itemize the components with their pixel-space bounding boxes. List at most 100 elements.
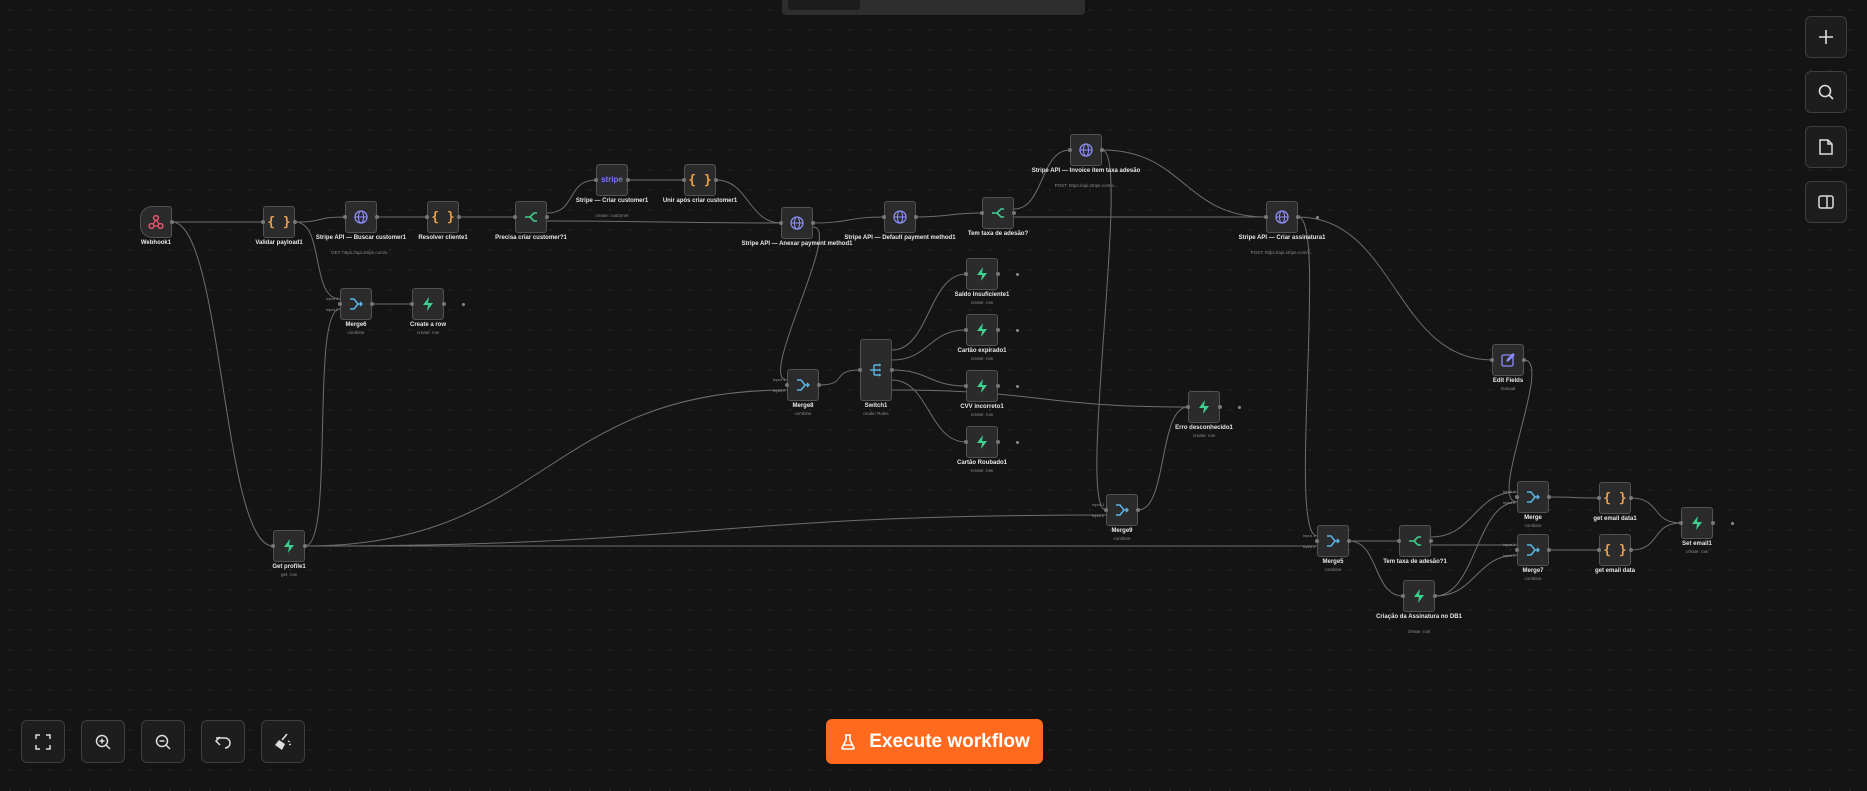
node-erro[interactable] bbox=[1188, 391, 1220, 423]
input-port[interactable] bbox=[1679, 521, 1683, 525]
connection-invoice_item-merge9[interactable] bbox=[1096, 149, 1112, 511]
connection-default-tem_taxa[interactable] bbox=[915, 212, 983, 218]
connection-merge8-switch1[interactable] bbox=[818, 369, 861, 386]
node-resolver[interactable]: { } bbox=[427, 201, 459, 233]
connection-validar-merge6[interactable] bbox=[294, 221, 341, 300]
node-unir[interactable]: { } bbox=[684, 164, 716, 196]
input-port[interactable] bbox=[594, 178, 598, 182]
node-invoice-item[interactable] bbox=[1070, 134, 1102, 166]
connection-merge9-erro[interactable] bbox=[1137, 406, 1189, 511]
node-merge8[interactable] bbox=[787, 369, 819, 401]
input-port[interactable] bbox=[1597, 496, 1601, 500]
output-port[interactable] bbox=[626, 178, 630, 182]
node-criacao[interactable] bbox=[1403, 580, 1435, 612]
connection-criar_assinatura-merge5[interactable] bbox=[1297, 216, 1318, 537]
input-port[interactable] bbox=[779, 221, 783, 225]
output-port[interactable] bbox=[370, 302, 374, 306]
node-cartao-exp[interactable] bbox=[966, 314, 998, 346]
connection-anexar-default[interactable] bbox=[812, 216, 885, 224]
input-port[interactable] bbox=[425, 215, 429, 219]
node-switch1[interactable] bbox=[860, 339, 892, 401]
output-port[interactable] bbox=[811, 221, 815, 225]
output-port[interactable] bbox=[996, 384, 1000, 388]
connection-get_profile-merge9[interactable] bbox=[304, 514, 1107, 547]
input-port[interactable] bbox=[1186, 405, 1190, 409]
output-port[interactable] bbox=[1629, 496, 1633, 500]
output-port[interactable] bbox=[1100, 148, 1104, 152]
output-port[interactable] bbox=[293, 220, 297, 224]
node-roubado[interactable] bbox=[966, 426, 998, 458]
output-port[interactable] bbox=[996, 272, 1000, 276]
node-anexar[interactable] bbox=[781, 207, 813, 239]
input-port[interactable] bbox=[1515, 495, 1519, 499]
input-port[interactable] bbox=[785, 383, 789, 387]
connection-precisa-anexar[interactable] bbox=[546, 220, 782, 224]
output-port[interactable] bbox=[890, 368, 894, 372]
input-port[interactable] bbox=[338, 302, 342, 306]
zoom-out-button[interactable] bbox=[141, 720, 185, 763]
fit-view-button[interactable] bbox=[21, 720, 65, 763]
input-port[interactable] bbox=[980, 211, 984, 215]
output-port[interactable] bbox=[1136, 508, 1140, 512]
input-port[interactable] bbox=[858, 368, 862, 372]
add-connection-endpoint[interactable] bbox=[1731, 521, 1734, 525]
tidy-up-button[interactable] bbox=[261, 720, 305, 763]
add-connection-endpoint[interactable] bbox=[1238, 405, 1241, 409]
add-connection-endpoint[interactable] bbox=[1016, 272, 1019, 276]
connection-validar-stripe_buscar[interactable] bbox=[294, 216, 346, 223]
add-node-button[interactable] bbox=[1805, 16, 1847, 58]
output-port[interactable] bbox=[817, 383, 821, 387]
node-merge7[interactable] bbox=[1517, 534, 1549, 566]
node-merge[interactable] bbox=[1517, 481, 1549, 513]
input-port[interactable] bbox=[1397, 539, 1401, 543]
output-port[interactable] bbox=[1296, 215, 1300, 219]
output-port[interactable] bbox=[545, 215, 549, 219]
connection-anexar-merge8[interactable] bbox=[780, 226, 820, 381]
add-connection-endpoint[interactable] bbox=[462, 302, 465, 306]
output-port[interactable] bbox=[1433, 594, 1437, 598]
node-cvv[interactable] bbox=[966, 370, 998, 402]
connection-switch1-saldo[interactable] bbox=[891, 273, 967, 351]
node-edit-fields[interactable] bbox=[1492, 344, 1524, 376]
input-port[interactable] bbox=[882, 215, 886, 219]
node-merge6[interactable] bbox=[340, 288, 372, 320]
zoom-in-button[interactable] bbox=[81, 720, 125, 763]
connection-precisa-stripe_criar_customer[interactable] bbox=[546, 179, 597, 214]
node-set-email[interactable] bbox=[1681, 507, 1713, 539]
output-port[interactable] bbox=[1429, 539, 1433, 543]
toggle-panel-button[interactable] bbox=[1805, 181, 1847, 223]
output-port[interactable] bbox=[714, 178, 718, 182]
add-connection-endpoint[interactable] bbox=[1016, 328, 1019, 332]
node-get-profile[interactable] bbox=[273, 530, 305, 562]
output-port[interactable] bbox=[1547, 548, 1551, 552]
input-port[interactable] bbox=[964, 328, 968, 332]
node-webhook1[interactable] bbox=[140, 206, 172, 238]
node-default[interactable] bbox=[884, 201, 916, 233]
input-port[interactable] bbox=[1068, 148, 1072, 152]
input-port[interactable] bbox=[261, 220, 265, 224]
output-port[interactable] bbox=[1347, 539, 1351, 543]
sticky-note-button[interactable] bbox=[1805, 126, 1847, 168]
output-port[interactable] bbox=[1711, 521, 1715, 525]
input-port[interactable] bbox=[271, 544, 275, 548]
undo-button[interactable] bbox=[201, 720, 245, 763]
input-port[interactable] bbox=[513, 215, 517, 219]
output-port[interactable] bbox=[1547, 495, 1551, 499]
connection-get_profile-merge6[interactable] bbox=[304, 308, 341, 547]
output-port[interactable] bbox=[375, 215, 379, 219]
node-stripe-criar-customer[interactable]: stripe bbox=[596, 164, 628, 196]
connection-merge-get_email1[interactable] bbox=[1548, 496, 1600, 499]
node-get-email[interactable]: { } bbox=[1599, 534, 1631, 566]
node-tem-taxa[interactable] bbox=[982, 197, 1014, 229]
input-port[interactable] bbox=[964, 384, 968, 388]
output-port[interactable] bbox=[442, 302, 446, 306]
add-connection-endpoint[interactable] bbox=[1316, 215, 1319, 219]
output-port[interactable] bbox=[1218, 405, 1222, 409]
input-port[interactable] bbox=[1264, 215, 1268, 219]
add-connection-endpoint[interactable] bbox=[1016, 384, 1019, 388]
input-port[interactable] bbox=[1490, 358, 1494, 362]
node-validar[interactable]: { } bbox=[263, 206, 295, 238]
output-port[interactable] bbox=[303, 544, 307, 548]
input-port[interactable] bbox=[410, 302, 414, 306]
node-create-row[interactable] bbox=[412, 288, 444, 320]
